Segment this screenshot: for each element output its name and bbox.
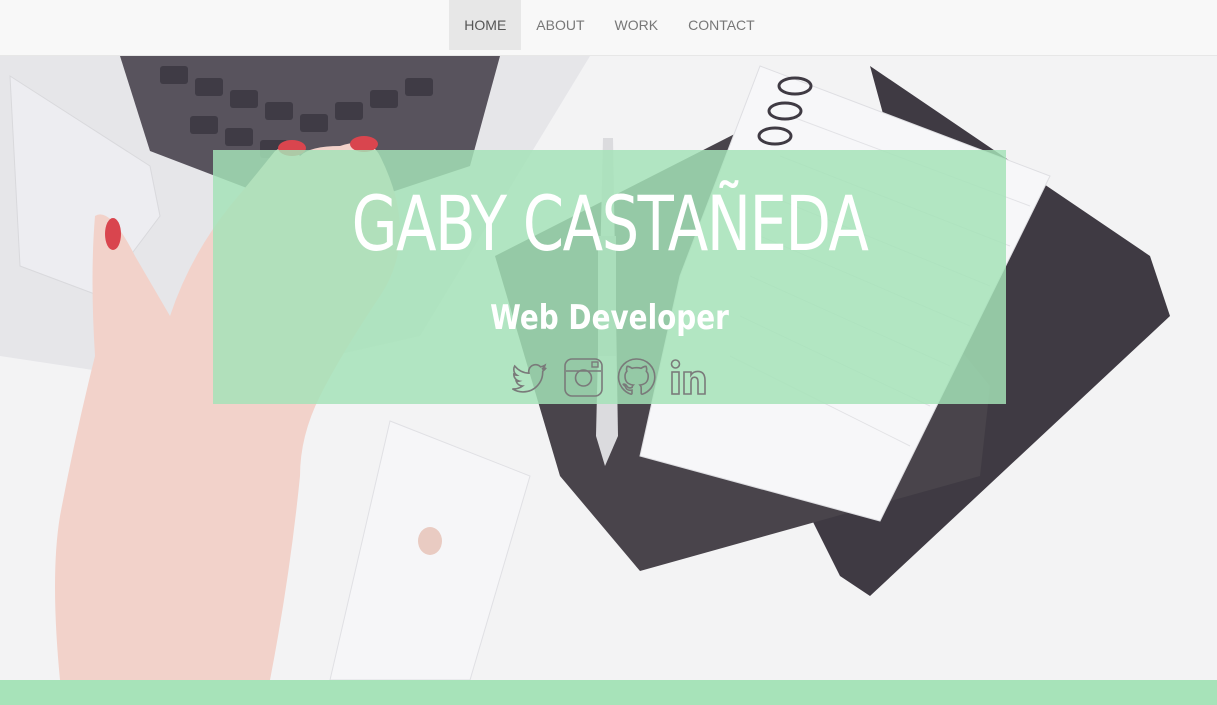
social-links [213, 356, 1006, 400]
instagram-link[interactable] [563, 356, 604, 400]
nav-item-work[interactable]: WORK [600, 0, 674, 50]
hero-subtitle: Web Developer [490, 298, 729, 338]
top-navbar: HOME ABOUT WORK CONTACT [0, 0, 1217, 56]
twitter-link[interactable] [510, 356, 551, 400]
linkedin-icon [670, 359, 706, 395]
instagram-icon [563, 358, 603, 397]
nav-item-about[interactable]: ABOUT [521, 0, 599, 50]
hero-overlay-box: GABY CASTAÑEDA Web Developer [213, 150, 1006, 404]
github-icon [617, 358, 656, 395]
hero-section: GABY CASTAÑEDA Web Developer [0, 56, 1217, 680]
bottom-accent-bar [0, 680, 1217, 705]
github-link[interactable] [616, 356, 657, 400]
twitter-icon [511, 363, 547, 393]
nav-item-contact[interactable]: CONTACT [673, 0, 770, 50]
hero-title: GABY CASTAÑEDA [351, 179, 869, 268]
linkedin-link[interactable] [669, 356, 710, 400]
nav-menu: HOME ABOUT WORK CONTACT [449, 0, 769, 55]
nav-item-home[interactable]: HOME [449, 0, 522, 50]
